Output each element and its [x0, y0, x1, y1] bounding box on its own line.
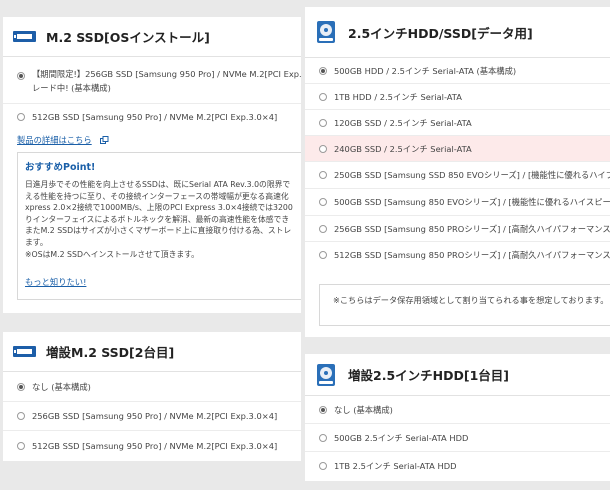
m2-extra-header: 増設M.2 SSD[2台目] — [3, 332, 301, 372]
m2-ssd-title: M.2 SSD[OSインストール] — [46, 30, 210, 45]
hdd-extra-option-1tb-label: 1TB 2.5インチ Serial-ATA HDD — [334, 461, 457, 471]
hdd-option-radio[interactable] — [319, 251, 327, 259]
hdd-option-label: 500GB HDD / 2.5インチ Serial-ATA (基本構成) — [334, 65, 517, 76]
hdd-extra-option-500gb[interactable]: 500GB 2.5インチ Serial-ATA HDD — [305, 424, 610, 452]
hdd-extra-option-1tb-radio[interactable] — [319, 462, 327, 470]
m2-extra-icon — [13, 346, 36, 357]
m2-extra-title: 増設M.2 SSD[2台目] — [46, 345, 175, 360]
hdd-extra-icon — [317, 363, 335, 386]
hdd-option-label: 256GB SSD [Samsung 850 PROシリーズ] / [高耐久ハイ… — [334, 223, 610, 234]
hdd-option-radio[interactable] — [319, 118, 327, 127]
hdd-options: 500GB HDD / 2.5インチ Serial-ATA (基本構成) 1TB… — [305, 58, 610, 268]
hdd-icon — [317, 21, 335, 43]
hdd-option-radio[interactable] — [319, 224, 327, 233]
recommend-title: おすすめPoint! — [25, 162, 96, 173]
m2-extra-option-256gb-radio[interactable] — [17, 412, 25, 420]
hdd-option[interactable]: 250GB SSD [Samsung SSD 850 EVOシリーズ] / [機… — [305, 162, 610, 189]
m2-extra-option-none-label: なし (基本構成) — [32, 382, 91, 392]
hdd-option-label: 500GB SSD [Samsung 850 EVOシリーズ] / [機能性に優… — [334, 197, 610, 207]
hdd-extra-option-none-label: なし (基本構成) — [334, 404, 393, 415]
hdd-note: ※こちらはデータ保存用領域として割り当てられる事を想定しております。 — [319, 284, 610, 326]
m2-option-512gb-label: 512GB SSD [Samsung 950 Pro] / NVMe M.2[P… — [32, 112, 278, 122]
m2-extra-panel: 増設M.2 SSD[2台目] なし (基本構成) 256GB SSD [Sams… — [3, 332, 301, 461]
m2-extra-option-512gb-radio[interactable] — [17, 441, 25, 450]
m2-option-256gb-label: 【期間限定!】256GB SSD [Samsung 950 Pro] / NVM… — [32, 69, 301, 93]
hdd-header: 2.5インチHDD/SSD[データ用] — [305, 7, 610, 58]
m2-extra-option-256gb[interactable]: 256GB SSD [Samsung 950 Pro] / NVMe M.2[P… — [3, 402, 301, 431]
m2-option-512gb-radio[interactable] — [17, 113, 25, 121]
hdd-option-highlighted[interactable]: 240GB SSD / 2.5インチ Serial-ATA — [305, 136, 610, 162]
m2-ssd-header: M.2 SSD[OSインストール] — [3, 17, 301, 57]
m2-option-256gb-radio[interactable] — [17, 72, 25, 80]
m2-option-256gb[interactable]: 【期間限定!】256GB SSD [Samsung 950 Pro] / NVM… — [3, 58, 301, 104]
m2-extra-option-none[interactable]: なし (基本構成) — [3, 373, 301, 402]
recommend-body: 日進月歩でその性能を向上させるSSDは、既にSerial ATA Rev.3.0… — [25, 180, 293, 259]
hdd-option-label: 250GB SSD [Samsung SSD 850 EVOシリーズ] / [機… — [334, 170, 610, 180]
hdd-option[interactable]: 120GB SSD / 2.5インチ Serial-ATA — [305, 110, 610, 136]
m2-extra-option-512gb-label: 512GB SSD [Samsung 950 Pro] / NVMe M.2[P… — [32, 440, 278, 451]
hdd-option[interactable]: 1TB HDD / 2.5インチ Serial-ATA — [305, 84, 610, 110]
hdd-option-radio[interactable] — [319, 92, 327, 101]
hdd-option-label: 1TB HDD / 2.5インチ Serial-ATA — [334, 91, 462, 102]
hdd-extra-option-none[interactable]: なし (基本構成) — [305, 396, 610, 424]
hdd-title: 2.5インチHDD/SSD[データ用] — [348, 25, 533, 41]
hdd-option-radio[interactable] — [319, 66, 327, 75]
hdd-extra-option-none-radio[interactable] — [319, 405, 327, 414]
hdd-option[interactable]: 512GB SSD [Samsung 850 PROシリーズ] / [高耐久ハイ… — [305, 242, 610, 268]
external-link-icon — [99, 136, 109, 144]
hdd-extra-option-500gb-radio[interactable] — [319, 433, 327, 442]
recommend-box: おすすめPoint! 日進月歩でその性能を向上させるSSDは、既にSerial … — [17, 152, 301, 300]
hdd-extra-title: 増設2.5インチHDD[1台目] — [348, 368, 509, 383]
hdd-option-label: 512GB SSD [Samsung 850 PROシリーズ] / [高耐久ハイ… — [334, 250, 610, 260]
hdd-option-label: 120GB SSD / 2.5インチ Serial-ATA — [334, 117, 472, 128]
hdd-panel: 2.5インチHDD/SSD[データ用] 500GB HDD / 2.5インチ S… — [305, 7, 610, 337]
more-info-link[interactable]: もっと知りたい! — [25, 270, 301, 289]
hdd-option-radio[interactable] — [319, 198, 327, 206]
hdd-option-radio[interactable] — [319, 144, 327, 153]
m2-extra-option-none-radio[interactable] — [17, 383, 25, 391]
hdd-option[interactable]: 500GB HDD / 2.5インチ Serial-ATA (基本構成) — [305, 58, 610, 84]
hdd-option-radio[interactable] — [319, 171, 327, 179]
hdd-option[interactable]: 256GB SSD [Samsung 850 PROシリーズ] / [高耐久ハイ… — [305, 216, 610, 242]
hdd-extra-option-1tb[interactable]: 1TB 2.5インチ Serial-ATA HDD — [305, 452, 610, 480]
m2-option-512gb[interactable]: 512GB SSD [Samsung 950 Pro] / NVMe M.2[P… — [3, 104, 301, 130]
hdd-extra-option-500gb-label: 500GB 2.5インチ Serial-ATA HDD — [334, 432, 469, 443]
hdd-option[interactable]: 500GB SSD [Samsung 850 EVOシリーズ] / [機能性に優… — [305, 189, 610, 216]
hdd-extra-panel: 増設2.5インチHDD[1台目] なし (基本構成) 500GB 2.5インチ … — [305, 354, 610, 481]
hdd-option-label: 240GB SSD / 2.5インチ Serial-ATA — [334, 143, 472, 154]
m2-ssd-panel: M.2 SSD[OSインストール] 【期間限定!】256GB SSD [Sams… — [3, 17, 301, 313]
hdd-extra-header: 増設2.5インチHDD[1台目] — [305, 354, 610, 396]
m2-ssd-icon — [13, 31, 36, 42]
product-detail-link[interactable]: 製品の詳細はこちら — [17, 128, 109, 147]
m2-extra-option-256gb-label: 256GB SSD [Samsung 950 Pro] / NVMe M.2[P… — [32, 411, 278, 421]
m2-extra-option-512gb[interactable]: 512GB SSD [Samsung 950 Pro] / NVMe M.2[P… — [3, 431, 301, 460]
